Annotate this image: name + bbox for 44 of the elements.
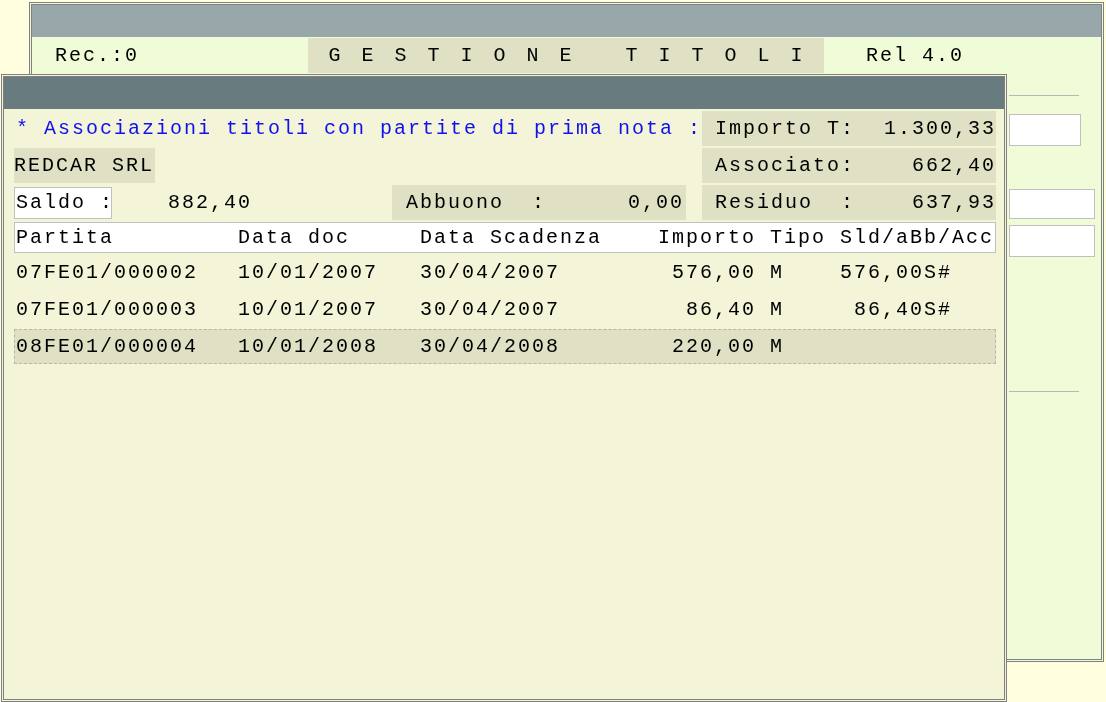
table-cell-text: 30/04/2008 [420, 335, 562, 358]
table-cell-text: 576,00 [671, 261, 756, 284]
release-label: Rel 4.0 [865, 44, 964, 67]
table-cell-text: M [769, 261, 785, 284]
table-row[interactable]: 07FE01/000002 10/01/2007 30/04/2007 576,00 M 576,00S# [14, 255, 996, 290]
column-header: Sld/aBb/Acc [840, 226, 995, 249]
table-cell-text: 86,40 [685, 298, 756, 321]
total-value: 637,93 [912, 191, 996, 214]
total-label: Associato: [715, 154, 856, 177]
table-cell-text: 86,40S# [853, 298, 953, 321]
column-header: Partita [16, 226, 114, 249]
column-header: Data Scadenza [420, 226, 603, 249]
column-header: Data doc [238, 226, 350, 249]
table-cell-text: 07FE01/000002 [15, 261, 200, 284]
table-cell-text: M [769, 298, 785, 321]
table-cell-text: 10/01/2007 [238, 261, 380, 284]
table-cell-text: 10/01/2008 [238, 335, 380, 358]
balance-value: 882,40 [167, 191, 253, 214]
discount-label: Abbuono : [406, 191, 547, 214]
input-field[interactable] [1009, 114, 1081, 146]
customer-name: REDCAR SRL [14, 148, 156, 183]
total-label: Residuo : [715, 191, 856, 214]
table-row[interactable]: 08FE01/000004 10/01/2008 30/04/2008 220,00 M [14, 329, 996, 364]
table-cell-text: 220,00 [671, 335, 756, 358]
table-cell-text: 30/04/2007 [420, 261, 562, 284]
record-counter: Rec.:0 [54, 44, 140, 67]
table-cell-text: 10/01/2007 [238, 298, 380, 321]
input-field[interactable] [1009, 225, 1095, 257]
section-heading: * Associazioni titoli con partite di prima nota : [15, 117, 702, 140]
column-header: Importo [658, 226, 756, 249]
table-cell-text: M [769, 335, 785, 358]
table-cell-text: 08FE01/000004 [15, 335, 200, 358]
table-cell-text: 30/04/2007 [420, 298, 562, 321]
total-value: 662,40 [912, 154, 996, 177]
discount-value: 0,00 [628, 191, 684, 214]
table-row[interactable]: 07FE01/000003 10/01/2007 30/04/2007 86,40 M 86,40S# [14, 292, 996, 327]
table-cell-text: 576,00S# [839, 261, 953, 284]
column-header: Tipo [770, 226, 826, 249]
table-cell-text: 07FE01/000003 [15, 298, 200, 321]
total-label: Importo T: [715, 117, 856, 140]
program-title: GESTIONE TITOLI [308, 38, 824, 73]
input-field[interactable] [1009, 189, 1095, 219]
total-value: 1.300,33 [884, 117, 996, 140]
balance-label: Saldo : [14, 186, 112, 219]
